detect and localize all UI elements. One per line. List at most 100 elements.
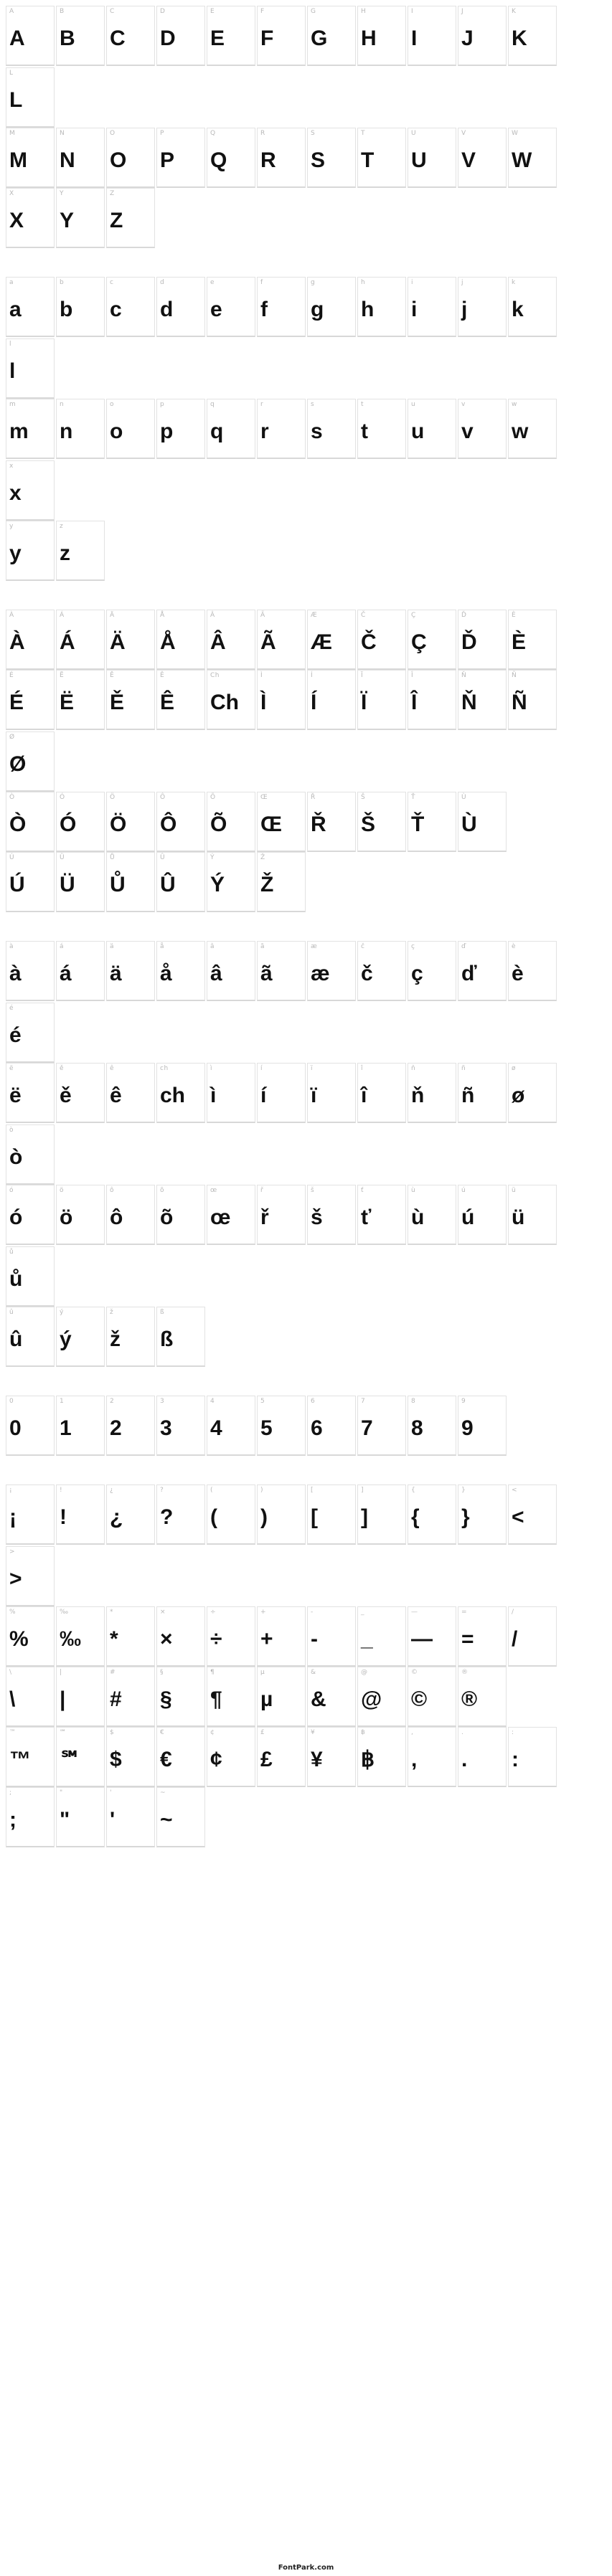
glyph-label: Æ <box>311 612 352 622</box>
glyph-label: + <box>260 1609 302 1619</box>
glyph-label: Ø <box>9 734 51 744</box>
glyph-label: ™ <box>9 1730 51 1740</box>
glyph-label: × <box>160 1609 202 1619</box>
glyph-char: * <box>110 1619 151 1665</box>
glyph-label: — <box>411 1609 453 1619</box>
glyph-label: ê <box>110 1066 151 1076</box>
glyph-cell: ÊÊ <box>156 670 205 730</box>
glyph-cell: ÏÏ <box>357 670 406 730</box>
glyph-label: Ã <box>260 612 302 622</box>
glyph-cell: 22 <box>106 1396 155 1456</box>
glyph-cell: KK <box>508 6 557 66</box>
glyph-char: Œ <box>260 805 302 851</box>
glyph-row: ûûýýžžßß <box>6 1307 606 1367</box>
glyph-label: 8 <box>411 1398 453 1408</box>
glyph-row: óóööôôõõœœřřššťťùùúúüüůů <box>6 1185 606 1307</box>
glyph-label: f <box>260 280 302 290</box>
glyph-label: y <box>9 524 51 534</box>
glyph-cell: YY <box>56 188 105 248</box>
glyph-cell: ÎÎ <box>408 670 456 730</box>
glyph-label: ì <box>210 1066 252 1076</box>
glyph-label: ž <box>110 1310 151 1320</box>
glyph-char: 2 <box>110 1408 151 1454</box>
glyph-cell: çç <box>408 941 456 1001</box>
glyph-char: , <box>411 1740 453 1786</box>
glyph-cell: šš <box>307 1185 356 1245</box>
glyph-cell: ůů <box>6 1246 55 1307</box>
glyph-label: | <box>60 1670 101 1680</box>
glyph-char: ch <box>160 1076 202 1122</box>
glyph-cell: ww <box>508 399 557 459</box>
glyph-cell: ฿฿ <box>357 1727 406 1787</box>
glyph-char: ‰ <box>60 1619 101 1665</box>
glyph-char: X <box>9 201 51 247</box>
glyph-cell: 00 <box>6 1396 55 1456</box>
glyph-char: Ü <box>60 865 101 911</box>
glyph-section: AABBCCDDEEFFGGHHIIJJKKLLMMNNOOPPQQRRSSTT… <box>6 6 606 248</box>
glyph-cell: ìì <box>207 1063 255 1123</box>
glyph-cell: ChCh <box>207 670 255 730</box>
glyph-cell: :: <box>508 1727 557 1787</box>
glyph-cell: ĎĎ <box>458 610 507 670</box>
glyph-label: z <box>60 524 101 534</box>
glyph-row: 00112233445566778899 <box>6 1396 606 1456</box>
glyph-label: w <box>512 402 553 412</box>
glyph-char: ¢ <box>210 1740 252 1786</box>
glyph-char: é <box>9 1015 51 1061</box>
glyph-char: ï <box>311 1076 352 1122</box>
glyph-label: \ <box>9 1670 51 1680</box>
glyph-char: p <box>160 412 202 458</box>
glyph-char: ) <box>260 1497 302 1543</box>
glyph-char: ď <box>461 954 503 1000</box>
glyph-char: è <box>512 954 553 1000</box>
glyph-label: å <box>160 944 202 954</box>
glyph-char: 7 <box>361 1408 402 1454</box>
glyph-label: Ò <box>9 795 51 805</box>
glyph-cell: gg <box>307 277 356 337</box>
glyph-cell: úú <box>458 1185 507 1245</box>
glyph-char: Í <box>311 683 352 729</box>
glyph-char: L <box>9 80 51 126</box>
glyph-char: y <box>9 534 51 579</box>
glyph-label: [ <box>311 1487 352 1497</box>
glyph-label: Í <box>311 673 352 683</box>
glyph-cell: RR <box>257 128 306 188</box>
glyph-char: N <box>60 141 101 186</box>
glyph-char: & <box>311 1680 352 1725</box>
glyph-cell: ŽŽ <box>257 852 306 912</box>
glyph-cell: cc <box>106 277 155 337</box>
glyph-cell: ZZ <box>106 188 155 248</box>
glyph-cell: == <box>458 1606 507 1667</box>
glyph-cell: SS <box>307 128 356 188</box>
glyph-label: C <box>110 9 151 19</box>
glyph-char: f <box>260 290 302 336</box>
glyph-label: ë <box>9 1066 51 1076</box>
glyph-label: Œ <box>260 795 302 805</box>
glyph-char: % <box>9 1619 51 1665</box>
glyph-char: B <box>60 19 101 65</box>
glyph-char: ? <box>160 1497 202 1543</box>
glyph-char: C <box>110 19 151 65</box>
glyph-label: ß <box>160 1310 202 1320</box>
glyph-cell: ÑÑ <box>508 670 557 730</box>
glyph-cell: ěě <box>56 1063 105 1123</box>
glyph-char: } <box>461 1497 503 1543</box>
glyph-char: ž <box>110 1320 151 1365</box>
glyph-char: z <box>60 534 101 579</box>
glyph-label: Ù <box>461 795 503 805</box>
glyph-cell: HH <box>357 6 406 66</box>
glyph-char: x <box>9 473 51 519</box>
glyph-char: J <box>461 19 503 65</box>
glyph-char: š <box>311 1198 352 1244</box>
glyph-cell: ßß <box>156 1307 205 1367</box>
glyph-char: E <box>210 19 252 65</box>
glyph-label: p <box>160 402 202 412</box>
glyph-cell: ‰‰ <box>56 1606 105 1667</box>
glyph-cell: oo <box>106 399 155 459</box>
glyph-cell: TT <box>357 128 406 188</box>
glyph-char: t <box>361 412 402 458</box>
glyph-row: aabbccddeeffgghhiijjkkll <box>6 277 606 399</box>
glyph-char: I <box>411 19 453 65</box>
glyph-cell: XX <box>6 188 55 248</box>
glyph-label: b <box>60 280 101 290</box>
